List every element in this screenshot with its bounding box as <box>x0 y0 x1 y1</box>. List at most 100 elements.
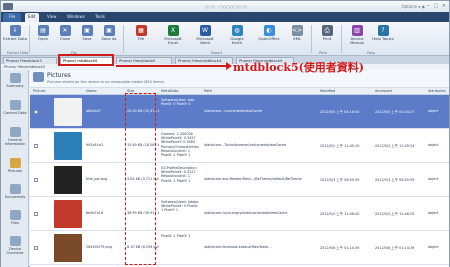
column-header-size[interactable]: Size <box>127 89 134 93</box>
menu-tools[interactable]: Tools <box>95 14 105 19</box>
options-menu[interactable]: Options ▾ ◉ <box>402 4 425 9</box>
table-row[interactable]: title_bar.png 3.63 KB (3,721 bytes)ICCPro… <box>30 163 449 197</box>
table-row[interactable]: 2844f5279.png 8.10 KB (8,294 bytes) PixelX… <box>30 231 449 265</box>
pdf-icon: ▦ <box>135 25 147 36</box>
export-openoffice-button[interactable]: ◐ OpenOffice <box>257 24 281 50</box>
menu-windows[interactable]: Windows <box>67 14 85 19</box>
row-accessed: 2012/5/3 上午 06:55:59 <box>375 178 415 182</box>
row-metadata: PixelX: 1 PixelY: 1 <box>161 234 191 238</box>
sidebar-item-pictures[interactable]: Pictures <box>3 158 27 173</box>
callout-line <box>116 65 228 67</box>
row-path: /data/com.dna.Reader/files/.../BeTheme/d… <box>204 177 302 181</box>
close-button[interactable]: ✕ Close <box>53 24 77 50</box>
row-path: /data/com.facebook.katana/files/feed/... <box>204 245 272 249</box>
row-name: a8b5a47 <box>86 109 101 113</box>
device-manual-button[interactable]: ▥ Device Manual <box>345 24 369 50</box>
tab-mtdblock4[interactable]: Phone/ files/mtdblock4 <box>175 57 233 64</box>
summary-icon <box>9 73 21 83</box>
column-header-metadata[interactable]: MetaData <box>161 89 179 93</box>
device-icon <box>9 236 21 246</box>
export-excel-button[interactable]: X Microsoft Excel <box>161 24 185 50</box>
sidebar-item-files[interactable]: Files <box>3 210 27 225</box>
column-header-path[interactable]: Path <box>204 89 212 93</box>
row-size: 15.69 KB (16,065 bytes) <box>127 143 159 147</box>
row-modified: 2012/5/5 上午 04:16:04 <box>320 110 360 114</box>
pictures-icon <box>9 158 21 168</box>
row-size: 38.99 KB (39,917 bytes) <box>127 211 159 215</box>
info-icon <box>9 127 21 137</box>
tab-mtdblock5[interactable]: Phone/ mtdblock5 <box>60 57 113 64</box>
row-checkbox[interactable] <box>34 178 38 182</box>
save-as-icon: ▣ <box>103 25 115 36</box>
ribbon-group-label: Export <box>211 51 223 55</box>
sidebar-item-general-information[interactable]: General Information <box>3 127 27 146</box>
table-row[interactable]: 6e0b7e18 38.99 KB (39,917 bytes)Software/… <box>30 197 449 231</box>
sidebar: Summary Cached Data General Information … <box>1 70 29 267</box>
export-xml-button[interactable]: <> XML <box>285 24 309 50</box>
tab-block8[interactable]: Phone/ files/block8 <box>116 57 172 64</box>
print-button[interactable]: ⎙ Print <box>315 24 339 50</box>
row-path: /data/com.../cache/webviewCache <box>204 109 263 113</box>
picture-thumbnail <box>54 200 82 228</box>
row-size: 3.63 KB (3,721 bytes) <box>127 177 159 181</box>
column-header-name[interactable]: Name <box>86 89 97 93</box>
word-icon: W <box>199 25 211 36</box>
row-accessed: 2012/5/5 上午 04:24:27 <box>375 110 415 114</box>
sidebar-item-device-overview[interactable]: Device Overview <box>3 236 27 255</box>
row-size: 22.00 KB (22,475 bytes) <box>127 109 159 113</box>
row-checkbox[interactable] <box>34 144 38 148</box>
sidebar-item-summary[interactable]: Summary <box>3 73 27 88</box>
row-metadata: ICCProfileDescription WhitePointX: 0.312… <box>161 166 197 183</box>
menu-file[interactable]: File <box>3 13 21 22</box>
column-header-picture[interactable]: Picture <box>33 89 45 93</box>
row-checkbox[interactable] <box>34 246 38 250</box>
column-header-attributes[interactable]: Attributes <box>428 89 446 93</box>
globe-icon: ◍ <box>231 25 243 36</box>
table-row[interactable]: a8b5a47 22.00 KB (22,475 bytes)Software/U… <box>30 95 449 129</box>
row-accessed: 2012/5/2 上午 11:46:25 <box>375 212 415 216</box>
menu-view[interactable]: View <box>47 14 57 19</box>
help-topics-button[interactable]: ? Help Topics <box>371 24 395 50</box>
cache-icon <box>9 100 21 110</box>
window-controls[interactable]: ─ □ ✕ <box>427 3 447 9</box>
quick-access-icon[interactable] <box>3 3 13 10</box>
extract-icon: ⇩ <box>9 25 21 36</box>
picture-thumbnail <box>54 132 82 160</box>
ribbon-separator <box>29 25 30 53</box>
export-word-button[interactable]: W Microsoft Word <box>193 24 217 50</box>
row-path: /data/com...Turbo/browser/cache/webviewC… <box>204 143 287 147</box>
menu-edit[interactable]: Edit <box>25 13 39 22</box>
row-modified: 2012/5/2 上午 11:46:20 <box>320 212 360 216</box>
open-button[interactable]: ▤ Open <box>31 24 55 50</box>
row-name: title_bar.png <box>86 177 108 181</box>
row-metadata: Gamma: 2.200026 WhitePointX: 0.3457 Whit… <box>161 132 199 158</box>
window-title: ○○○ - ○○○○○○○○ <box>204 4 248 9</box>
extract-data-button[interactable]: ⇩ Extract Data <box>3 24 27 50</box>
panel-title: Pictures <box>47 72 71 79</box>
ribbon-group-label: Extract Data <box>7 51 29 55</box>
row-checkbox[interactable] <box>34 212 38 216</box>
row-checkbox[interactable] <box>34 110 38 114</box>
ribbon-toolbar: ⇩ Extract Data ▤ Open ✕ Close ▣ Save ▣ Save A… <box>1 22 449 56</box>
save-button[interactable]: ▣ Save <box>75 24 99 50</box>
folder-open-icon: ▤ <box>37 25 49 36</box>
menu-bar: File Edit View Windows Tools <box>1 12 449 22</box>
table-header: Picture Name Size MetaData Path Modified… <box>30 88 449 95</box>
tab-block3[interactable]: Phone/ files/block3 <box>3 57 57 64</box>
printer-icon: ⎙ <box>321 25 333 36</box>
column-header-modified[interactable]: Modified <box>320 89 335 93</box>
save-as-button[interactable]: ▣ Save As <box>97 24 121 50</box>
export-pdf-button[interactable]: ▦ File <box>129 24 153 50</box>
row-name: 6e0b7e18 <box>86 211 104 215</box>
table-row[interactable]: 993c81a3 15.69 KB (16,065 bytes)Gamma: 2.… <box>30 129 449 163</box>
column-header-accessed[interactable]: Accessed <box>375 89 392 93</box>
sidebar-item-documents[interactable]: Documents <box>3 184 27 199</box>
sidebar-item-cached-data[interactable]: Cached Data <box>3 100 27 115</box>
document-tabs: Phone/ files/block3 Phone/ mtdblock5 Pho… <box>1 56 449 64</box>
export-google-earth-button[interactable]: ◍ Google Earth <box>225 24 249 50</box>
row-name: 2844f5279.png <box>86 245 112 249</box>
row-attributes: object <box>428 245 439 249</box>
row-attributes: object <box>428 177 439 181</box>
panel-subtitle: Pictures stored on the device or on remo… <box>47 80 165 84</box>
picture-thumbnail <box>54 98 82 126</box>
